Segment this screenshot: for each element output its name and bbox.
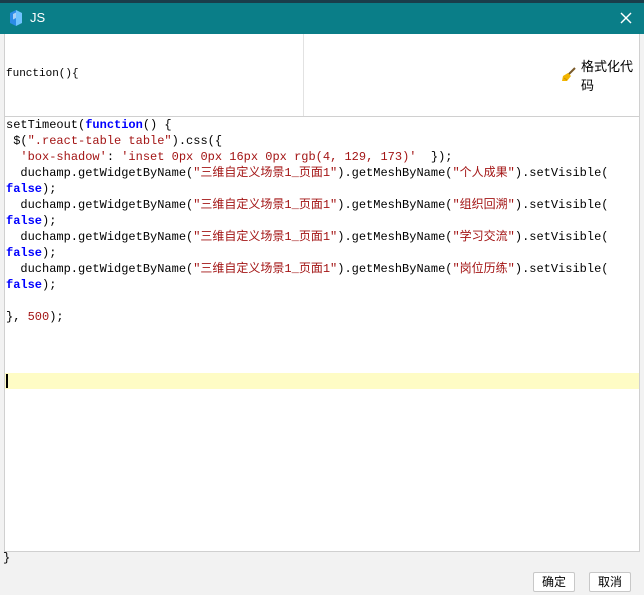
code-token: "岗位历练" [452, 262, 515, 276]
cancel-button[interactable]: 取消 [589, 572, 631, 592]
broom-icon [561, 66, 581, 85]
code-token: ); [42, 214, 57, 228]
code-token: ).setVisible( [514, 262, 609, 276]
code-token: 'box-shadow' [20, 150, 107, 164]
code-token: ).getMeshByName( [337, 230, 453, 244]
function-header-row: function(){ 格式化代码 [4, 34, 640, 116]
ok-button[interactable]: 确定 [533, 572, 575, 592]
code-token: () { [142, 118, 172, 132]
code-token: $( [6, 134, 28, 148]
title-bar: JS [0, 0, 644, 34]
code-token: 'inset 0px 0px 16px 0px rgb(4, 129, 173)… [121, 150, 417, 164]
code-line: duchamp.getWidgetByName("三维自定义场景1_页面1").… [6, 229, 609, 245]
code-token: ).getMeshByName( [337, 166, 453, 180]
code-token: "三维自定义场景1_页面1" [193, 198, 338, 212]
code-line: false); [6, 213, 56, 229]
code-token: ); [49, 310, 64, 324]
function-signature: function(){ [6, 68, 79, 80]
code-line: }, 500); [6, 309, 64, 325]
dialog-title: JS [30, 10, 46, 25]
code-token: 500 [27, 310, 50, 324]
code-line: duchamp.getWidgetByName("三维自定义场景1_页面1").… [6, 261, 609, 277]
code-line: duchamp.getWidgetByName("三维自定义场景1_页面1").… [6, 165, 609, 181]
code-token: ).setVisible( [514, 198, 609, 212]
code-token: duchamp.getWidgetByName( [6, 262, 194, 276]
code-token: setTimeout( [6, 118, 86, 132]
format-code-label: 格式化代码 [581, 59, 634, 93]
code-token: false [6, 182, 43, 196]
code-line: false); [6, 245, 56, 261]
code-token: : [106, 150, 122, 164]
code-line: setTimeout(function() { [6, 117, 172, 133]
code-token: ); [42, 182, 57, 196]
code-token: ).css({ [171, 134, 223, 148]
code-line: $(".react-table table").css({ [6, 133, 222, 149]
active-line-highlight [5, 373, 639, 389]
code-token: ).getMeshByName( [337, 198, 453, 212]
code-token: }, [6, 310, 28, 324]
code-token: ).setVisible( [514, 230, 609, 244]
code-token: "个人成果" [452, 166, 515, 180]
format-code-button[interactable]: 格式化代码 [561, 59, 639, 93]
code-line: false); [6, 277, 56, 293]
code-token: function [85, 118, 143, 132]
code-token: "三维自定义场景1_页面1" [193, 262, 338, 276]
cube-app-icon [8, 10, 24, 26]
code-token: "三维自定义场景1_页面1" [193, 230, 338, 244]
code-token: ).getMeshByName( [337, 262, 453, 276]
code-token: ); [42, 278, 57, 292]
code-token: "学习交流" [452, 230, 515, 244]
code-token: false [6, 214, 43, 228]
js-editor-dialog: JS function(){ 格式化代码 setTimeout(function [0, 0, 644, 595]
header-divider [303, 34, 304, 116]
code-token: ); [42, 246, 57, 260]
code-token: duchamp.getWidgetByName( [6, 166, 194, 180]
code-token: ".react-table table" [27, 134, 172, 148]
title-bar-top-strip [0, 0, 644, 3]
code-token: false [6, 246, 43, 260]
code-token: "组织回溯" [452, 198, 515, 212]
function-closing-brace: } [3, 551, 11, 565]
close-icon[interactable] [616, 8, 636, 28]
code-token: false [6, 278, 43, 292]
code-token: "三维自定义场景1_页面1" [193, 166, 338, 180]
text-cursor [6, 374, 8, 388]
code-token: duchamp.getWidgetByName( [6, 198, 194, 212]
code-token: }); [416, 150, 453, 164]
code-line: 'box-shadow': 'inset 0px 0px 16px 0px rg… [6, 149, 453, 165]
code-line: duchamp.getWidgetByName("三维自定义场景1_页面1").… [6, 197, 609, 213]
code-token: duchamp.getWidgetByName( [6, 230, 194, 244]
code-editor[interactable]: setTimeout(function() { $(".react-table … [4, 116, 640, 552]
code-line: false); [6, 181, 56, 197]
code-token: ).setVisible( [514, 166, 609, 180]
